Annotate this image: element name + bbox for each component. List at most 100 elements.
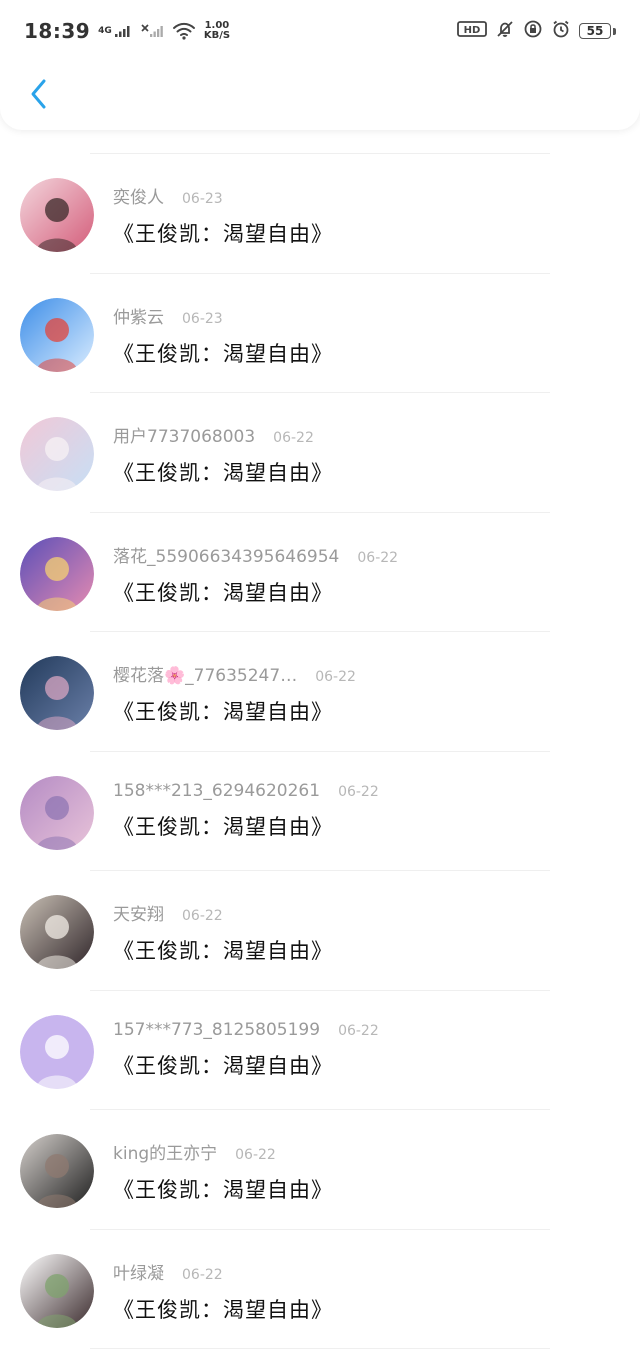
list-item[interactable]: king的王亦宁 06-22 《王俊凯：渴望自由》 bbox=[0, 1110, 640, 1230]
message-date: 06-22 bbox=[235, 1147, 276, 1163]
message-content[interactable]: 《王俊凯：渴望自由》 bbox=[113, 696, 620, 726]
user-name[interactable]: 158***213_6294620261 bbox=[113, 781, 320, 801]
avatar-image bbox=[20, 1253, 94, 1328]
avatar-image bbox=[20, 297, 94, 372]
avatar-image bbox=[20, 178, 94, 252]
avatar-image bbox=[20, 417, 94, 491]
wifi-icon bbox=[172, 22, 196, 40]
battery-icon: 55 bbox=[579, 23, 616, 39]
message-text-block: 仲紫云 06-23 《王俊凯：渴望自由》 bbox=[113, 303, 620, 368]
message-date: 06-22 bbox=[182, 908, 223, 924]
avatar[interactable] bbox=[20, 1253, 94, 1328]
battery-cap bbox=[613, 27, 616, 35]
avatar-image bbox=[20, 775, 94, 850]
avatar-image bbox=[20, 656, 94, 730]
avatar-image bbox=[20, 1014, 94, 1089]
message-content[interactable]: 《王俊凯：渴望自由》 bbox=[113, 1174, 620, 1204]
svg-text:HD: HD bbox=[464, 25, 481, 36]
status-bar: 18:39 4G 1.00 KB/S HD 55 bbox=[0, 0, 640, 62]
message-text-block: 用户7737068003 06-22 《王俊凯：渴望自由》 bbox=[113, 422, 620, 487]
avatar[interactable] bbox=[20, 775, 94, 850]
message-content[interactable]: 《王俊凯：渴望自由》 bbox=[113, 811, 620, 841]
message-text-block: 落花_5590663439564695​4 06-22 《王俊凯：渴望自由》 bbox=[113, 542, 620, 607]
message-date: 06-22 bbox=[357, 549, 399, 566]
avatar-image bbox=[20, 1134, 94, 1208]
avatar[interactable] bbox=[20, 1014, 94, 1089]
battery-level: 55 bbox=[579, 23, 611, 39]
signal-4g-icon: 4G bbox=[98, 24, 132, 38]
message-content[interactable]: 《王俊凯：渴望自由》 bbox=[113, 577, 620, 607]
avatar[interactable] bbox=[20, 536, 94, 611]
list-item[interactable]: 落花_5590663439564695​4 06-22 《王俊凯：渴望自由》 bbox=[0, 513, 640, 633]
message-content[interactable]: 《王俊凯：渴望自由》 bbox=[113, 1294, 620, 1324]
message-text-block: king的王亦宁 06-22 《王俊凯：渴望自由》 bbox=[113, 1139, 620, 1204]
message-meta: 落花_5590663439564695​4 06-22 bbox=[113, 542, 620, 567]
mute-icon bbox=[495, 19, 515, 43]
message-content[interactable]: 《王俊凯：渴望自由》 bbox=[113, 935, 620, 965]
user-name[interactable]: 樱花落🌸_77635247… bbox=[113, 661, 297, 686]
message-meta: 仲紫云 06-23 bbox=[113, 303, 620, 328]
message-date: 06-22 bbox=[182, 1266, 223, 1283]
message-meta: 157***773_8125805199 06-22 bbox=[113, 1020, 620, 1040]
chevron-left-icon bbox=[31, 79, 46, 109]
no-signal-icon bbox=[140, 23, 164, 39]
avatar[interactable] bbox=[20, 656, 94, 730]
list-item[interactable]: 157***773_8125805199 06-22 《王俊凯：渴望自由》 bbox=[0, 991, 640, 1111]
message-date: 06-23 bbox=[182, 191, 223, 207]
message-date: 06-22 bbox=[338, 783, 379, 800]
list-item[interactable]: 樱花落🌸_77635247… 06-22 《王俊凯：渴望自由》 bbox=[0, 632, 640, 752]
message-meta: 158***213_6294620261 06-22 bbox=[113, 781, 620, 801]
user-name[interactable]: king的王亦宁 bbox=[113, 1139, 217, 1164]
message-content[interactable]: 《王俊凯：渴望自由》 bbox=[113, 1050, 620, 1080]
list-item[interactable]: 仲紫云 06-23 《王俊凯：渴望自由》 bbox=[0, 274, 640, 394]
status-right: HD 55 bbox=[457, 19, 616, 43]
list-item[interactable]: 奕俊人 06-23 《王俊凯：渴望自由》 bbox=[0, 154, 640, 274]
message-meta: 奕俊人 06-23 bbox=[113, 183, 620, 208]
status-time: 18:39 bbox=[24, 19, 91, 43]
user-name[interactable]: 叶绿凝 bbox=[113, 1259, 164, 1284]
avatar[interactable] bbox=[20, 1134, 94, 1208]
status-left: 18:39 4G 1.00 KB/S bbox=[24, 19, 230, 43]
network-label: 4G bbox=[98, 26, 112, 36]
rotation-lock-icon bbox=[523, 19, 543, 43]
hd-icon: HD bbox=[457, 20, 487, 42]
net-speed-unit: KB/S bbox=[203, 30, 231, 41]
message-list: 奕俊人 06-23 《王俊凯：渴望自由》 仲紫云 06-23 《王俊凯：渴望自由》 用户77… bbox=[0, 154, 640, 1349]
list-item[interactable]: 天安翔 06-22 《王俊凯：渴望自由》 bbox=[0, 871, 640, 991]
user-name[interactable]: 仲紫云 bbox=[113, 303, 164, 328]
back-button[interactable] bbox=[20, 76, 56, 112]
avatar[interactable] bbox=[20, 895, 94, 969]
message-text-block: 奕俊人 06-23 《王俊凯：渴望自由》 bbox=[113, 183, 620, 248]
list-item[interactable]: 158***213_6294620261 06-22 《王俊凯：渴望自由》 bbox=[0, 752, 640, 872]
top-app-bar: 18:39 4G 1.00 KB/S HD 55 bbox=[0, 0, 640, 130]
message-text-block: 天安翔 06-22 《王俊凯：渴望自由》 bbox=[113, 900, 620, 965]
message-date: 06-22 bbox=[338, 1022, 379, 1039]
avatar[interactable] bbox=[20, 417, 94, 491]
message-meta: king的王亦宁 06-22 bbox=[113, 1139, 620, 1164]
message-content[interactable]: 《王俊凯：渴望自由》 bbox=[113, 218, 620, 248]
message-date: 06-22 bbox=[273, 430, 314, 446]
alarm-icon bbox=[551, 19, 571, 43]
user-name[interactable]: 落花_5590663439564695​4 bbox=[113, 542, 339, 567]
avatar-image bbox=[20, 536, 94, 611]
message-content[interactable]: 《王俊凯：渴望自由》 bbox=[113, 338, 620, 368]
message-meta: 用户7737068003 06-22 bbox=[113, 422, 620, 447]
message-date: 06-22 bbox=[315, 669, 356, 685]
avatar[interactable] bbox=[20, 178, 94, 252]
user-name[interactable]: 奕俊人 bbox=[113, 183, 164, 208]
message-content[interactable]: 《王俊凯：渴望自由》 bbox=[113, 457, 620, 487]
user-name[interactable]: 用户7737068003 bbox=[113, 422, 255, 447]
avatar[interactable] bbox=[20, 297, 94, 372]
list-item[interactable]: 叶绿凝 06-22 《王俊凯：渴望自由》 bbox=[0, 1230, 640, 1350]
message-meta: 叶绿凝 06-22 bbox=[113, 1259, 620, 1284]
user-name[interactable]: 157***773_8125805199 bbox=[113, 1020, 320, 1040]
avatar-image bbox=[20, 895, 94, 969]
message-text-block: 叶绿凝 06-22 《王俊凯：渴望自由》 bbox=[113, 1259, 620, 1324]
user-name[interactable]: 天安翔 bbox=[113, 900, 164, 925]
list-item[interactable]: 用户7737068003 06-22 《王俊凯：渴望自由》 bbox=[0, 393, 640, 513]
message-meta: 天安翔 06-22 bbox=[113, 900, 620, 925]
message-text-block: 樱花落🌸_77635247… 06-22 《王俊凯：渴望自由》 bbox=[113, 661, 620, 726]
message-text-block: 157***773_8125805199 06-22 《王俊凯：渴望自由》 bbox=[113, 1020, 620, 1080]
net-speed: 1.00 KB/S bbox=[204, 21, 230, 41]
message-text-block: 158***213_6294620261 06-22 《王俊凯：渴望自由》 bbox=[113, 781, 620, 841]
